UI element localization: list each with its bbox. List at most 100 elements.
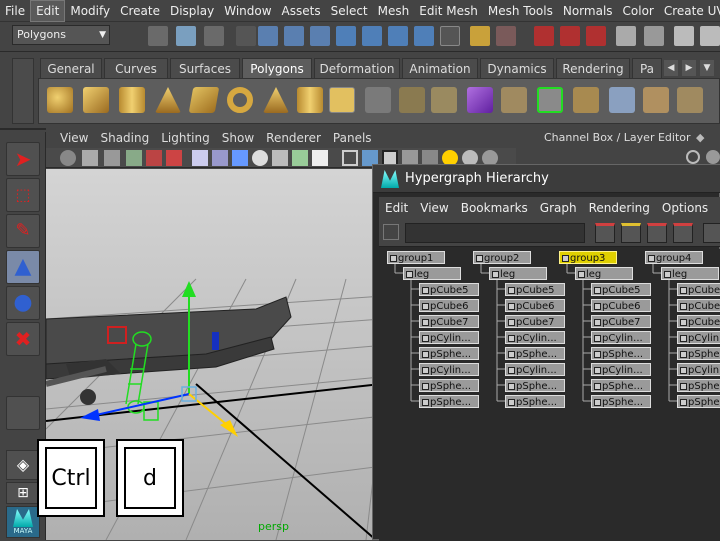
poly-pipe-icon[interactable] xyxy=(297,87,323,113)
panel-menu-lighting[interactable]: Lighting xyxy=(155,131,216,145)
separate-icon[interactable] xyxy=(399,87,425,113)
poly-cube-icon[interactable] xyxy=(83,87,109,113)
menu-display[interactable]: Display xyxy=(165,0,219,22)
last-tool-slot[interactable] xyxy=(6,396,40,430)
render-settings-icon[interactable] xyxy=(616,26,636,46)
hypergraph-node-shape[interactable]: pCube5 xyxy=(591,283,651,296)
paint-select-tool-icon[interactable]: ✎ xyxy=(6,214,40,248)
hypergraph-node-leg[interactable]: leg xyxy=(661,267,719,280)
image-plane-icon[interactable] xyxy=(126,150,142,166)
smooth-icon[interactable] xyxy=(467,87,493,113)
panel-menu-view[interactable]: View xyxy=(54,131,94,145)
menu-window[interactable]: Window xyxy=(219,0,276,22)
hypergraph-node-group[interactable]: group1 xyxy=(387,251,445,264)
channel-box-settings-icon[interactable] xyxy=(706,150,720,164)
help-icon[interactable] xyxy=(440,26,460,46)
hypergraph-menu-bookmarks[interactable]: Bookmarks xyxy=(455,201,534,215)
append-polygon-icon[interactable] xyxy=(609,87,635,113)
hypergraph-frame-icon[interactable] xyxy=(383,224,399,240)
hypergraph-menu-view[interactable]: View xyxy=(414,201,454,215)
move-tool-icon[interactable]: ▲ xyxy=(6,250,40,284)
poly-soccer-ball-icon[interactable] xyxy=(329,87,355,113)
hypergraph-graph-area[interactable]: group1 leg pCube5 pCube6 pCube7 pCylin... pSph… xyxy=(379,249,720,541)
menu-select[interactable]: Select xyxy=(326,0,373,22)
camera-icon[interactable] xyxy=(60,150,76,166)
gate-mask-icon[interactable] xyxy=(252,150,268,166)
shelf-tab-general[interactable]: General xyxy=(40,58,102,78)
hypergraph-node-shape[interactable]: pCube5 xyxy=(505,283,565,296)
lasso-tool-icon[interactable]: ⬚ xyxy=(6,178,40,212)
extract-icon[interactable] xyxy=(431,87,457,113)
menu-set-dropdown[interactable]: Polygons ▼ xyxy=(12,25,110,45)
poly-torus-icon[interactable] xyxy=(227,87,253,113)
hypergraph-node-shape[interactable]: pSphe... xyxy=(419,347,479,360)
hypergraph-node-leg[interactable]: leg xyxy=(403,267,461,280)
menu-modify[interactable]: Modify xyxy=(65,0,115,22)
hypergraph-node-shape[interactable]: pSphe... xyxy=(591,395,651,408)
hypergraph-menu-rendering[interactable]: Rendering xyxy=(583,201,656,215)
menu-normals[interactable]: Normals xyxy=(558,0,618,22)
hypergraph-node-shape[interactable]: pCube7 xyxy=(419,315,479,328)
hypergraph-node-group[interactable]: group4 xyxy=(645,251,703,264)
menu-create-uvs[interactable]: Create UVs xyxy=(659,0,720,22)
menu-assets[interactable]: Assets xyxy=(277,0,326,22)
hypergraph-search-input[interactable] xyxy=(405,223,585,243)
hypergraph-node-shape[interactable]: pSphe... xyxy=(419,395,479,408)
shelf-tab-curves[interactable]: Curves xyxy=(104,58,168,78)
select-by-component-icon[interactable] xyxy=(204,26,224,46)
hypergraph-node-shape[interactable]: pSphe... xyxy=(419,379,479,392)
field-chart-icon[interactable] xyxy=(272,150,288,166)
hypergraph-node-shape[interactable]: pSphe... xyxy=(591,379,651,392)
shelf-menu-button[interactable] xyxy=(12,58,34,124)
hypergraph-menu-options[interactable]: Options xyxy=(656,201,714,215)
channel-box-layout-icon[interactable] xyxy=(686,150,700,164)
safe-title-icon[interactable] xyxy=(312,150,328,166)
frame-branch-icon[interactable] xyxy=(673,223,693,243)
hypergraph-node-shape[interactable]: pSphe... xyxy=(505,395,565,408)
hypergraph-node-shape[interactable]: pCube xyxy=(677,315,720,328)
hypergraph-node-shape[interactable]: pSphe... xyxy=(505,379,565,392)
poly-cylinder-icon[interactable] xyxy=(119,87,145,113)
hypergraph-node-leg[interactable]: leg xyxy=(575,267,633,280)
select-lock-icon[interactable] xyxy=(496,26,516,46)
menu-file[interactable]: File xyxy=(0,0,30,22)
insert-edge-loop-icon[interactable] xyxy=(643,87,669,113)
shelf-tab-animation[interactable]: Animation xyxy=(402,58,478,78)
menu-edit[interactable]: Edit xyxy=(30,0,66,22)
panel-menu-show[interactable]: Show xyxy=(216,131,260,145)
snap-grid-icon[interactable] xyxy=(258,26,278,46)
panel-menu-renderer[interactable]: Renderer xyxy=(260,131,327,145)
wireframe-icon[interactable] xyxy=(342,150,358,166)
panel-menu-panels[interactable]: Panels xyxy=(327,131,378,145)
bookmark-icon[interactable] xyxy=(104,150,120,166)
ipr-render-icon[interactable] xyxy=(586,26,606,46)
channel-box-close-icon[interactable]: ◆ xyxy=(696,131,704,144)
shelf-tab-surfaces[interactable]: Surfaces xyxy=(170,58,240,78)
hypergraph-node-leg[interactable]: leg xyxy=(489,267,547,280)
hypergraph-node-shape[interactable]: pSphe... xyxy=(591,347,651,360)
make-live-icon[interactable] xyxy=(388,26,408,46)
hypergraph-menu-show[interactable]: Show xyxy=(714,201,720,215)
frame-selection-icon[interactable] xyxy=(621,223,641,243)
hypergraph-node-group[interactable]: group2 xyxy=(473,251,531,264)
snap-surface-icon[interactable] xyxy=(362,26,382,46)
toggle-freeform-icon[interactable] xyxy=(703,223,720,243)
hypergraph-node-shape[interactable]: pSphe xyxy=(677,395,720,408)
hypergraph-node-shape[interactable]: pCylin xyxy=(677,363,720,376)
hypergraph-node-shape[interactable]: pCylin... xyxy=(419,331,479,344)
hypergraph-node-shape[interactable]: pCylin... xyxy=(591,331,651,344)
hypergraph-node-shape[interactable]: pCube7 xyxy=(505,315,565,328)
hypershade-icon[interactable] xyxy=(644,26,664,46)
poly-sphere-icon[interactable] xyxy=(47,87,73,113)
selection-mask-icon[interactable] xyxy=(236,26,256,46)
grid-icon[interactable] xyxy=(192,150,208,166)
select-by-hierarchy-icon[interactable] xyxy=(148,26,168,46)
hypergraph-node-group[interactable]: group3 xyxy=(559,251,617,264)
attribute-editor-icon[interactable] xyxy=(674,26,694,46)
panel-menu-shading[interactable]: Shading xyxy=(94,131,155,145)
hypergraph-node-shape[interactable]: pSphe xyxy=(677,347,720,360)
hypergraph-node-shape[interactable]: pCylin xyxy=(677,331,720,344)
hypergraph-node-shape[interactable]: pCylin... xyxy=(419,363,479,376)
history-icon[interactable] xyxy=(414,26,434,46)
scale-tool-icon[interactable]: ✖ xyxy=(6,322,40,356)
